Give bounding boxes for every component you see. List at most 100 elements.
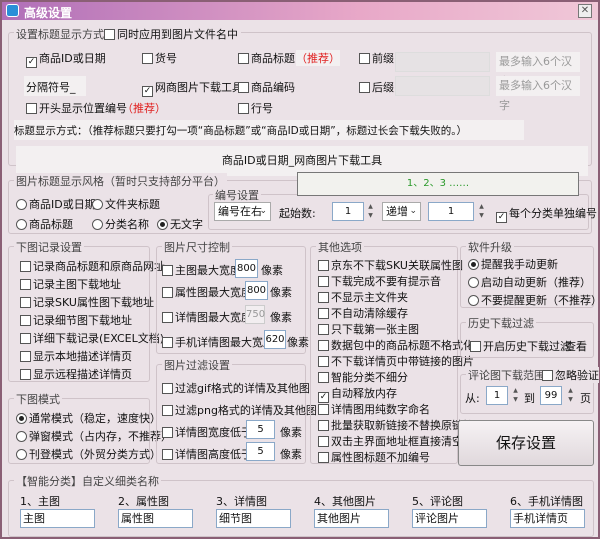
mobile-width-input[interactable]: 620: [264, 330, 286, 349]
size-legend: 图片尺寸控制: [162, 239, 232, 255]
style-radio-product-title[interactable]: 商品标题: [16, 216, 73, 232]
settings-window: 高级设置 ✕ 设置标题显示方式 同时应用到图片文件名中 ✓ 商品ID或日期 货号 …: [0, 0, 600, 539]
to-label: 到: [524, 392, 535, 405]
filter-legend: 图片过滤设置: [162, 357, 232, 373]
filter-png-checkbox[interactable]: 过滤png格式的详情及其他图: [162, 402, 317, 418]
record-item[interactable]: 详细下载记录(EXCEL文档): [20, 330, 164, 346]
from-spinner[interactable]: ▲ ▼: [511, 386, 520, 404]
other-option[interactable]: 京东不下载SKU关联属性图: [318, 257, 463, 273]
other-legend: 其他选项: [316, 239, 364, 255]
unit-label: 像素: [287, 336, 309, 349]
style-radio-no-text[interactable]: 无文字: [157, 216, 203, 232]
number-position-select[interactable]: 编号在右 ⌄: [214, 202, 271, 221]
other-option[interactable]: 批量获取新链接不替换原链接: [318, 417, 474, 433]
other-option[interactable]: 不显示主文件夹: [318, 289, 408, 305]
category-input[interactable]: 评论图片: [412, 509, 487, 528]
other-option[interactable]: 数据包中的商品标题不格式化: [318, 337, 474, 353]
category-input[interactable]: 其他图片: [314, 509, 389, 528]
category-label: 2、属性图: [118, 495, 169, 508]
mobile-width-checkbox[interactable]: 手机详情图最大宽度:: [162, 334, 278, 350]
other-option[interactable]: 不下载详情页中带链接的图片: [318, 353, 474, 369]
main-width-input[interactable]: 800: [235, 259, 258, 278]
suffix-input[interactable]: [395, 76, 490, 96]
mode-radio-popup[interactable]: 弹窗模式（占内存，不推荐）: [16, 428, 172, 444]
record-item[interactable]: 记录SKU属性图下载地址: [20, 294, 154, 310]
upgrade-radio-auto[interactable]: 启动自动更新（推荐）: [468, 274, 591, 290]
view-history-link[interactable]: 查看: [565, 338, 587, 354]
record-item[interactable]: 记录商品标题和原商品网址: [20, 258, 165, 274]
other-option[interactable]: 下载完成不要有提示音: [318, 273, 441, 289]
recommend-badge-2: （推荐）: [122, 102, 166, 115]
other-option[interactable]: 只下载第一张主图: [318, 321, 419, 337]
style-radio-folder-title[interactable]: 文件夹标题: [92, 196, 160, 212]
close-icon[interactable]: ✕: [578, 4, 592, 18]
recommend-badge: （推荐）: [296, 50, 340, 66]
detail-width-checkbox[interactable]: 详情图最大宽度:: [162, 309, 256, 325]
review-to-input[interactable]: 99: [540, 386, 562, 405]
upgrade-radio-never[interactable]: 不要提醒更新（不推荐）: [468, 292, 600, 308]
filter-width-input[interactable]: 5: [246, 420, 275, 439]
position-no-checkbox[interactable]: 开头显示位置编号: [26, 100, 127, 116]
title-group-legend: 设置标题显示方式: [14, 26, 106, 42]
apply-filename-checkbox[interactable]: 同时应用到图片文件名中: [104, 26, 241, 42]
upgrade-legend: 软件升级: [466, 239, 514, 255]
filter-height-input[interactable]: 5: [246, 442, 275, 461]
other-option[interactable]: 属性图标题不加编号: [318, 449, 430, 465]
review-from-input[interactable]: 1: [486, 386, 508, 405]
suffix-checkbox[interactable]: 后缀: [359, 79, 394, 95]
history-filter-checkbox[interactable]: 开启历史下载过滤: [470, 338, 571, 354]
row-no-checkbox[interactable]: 行号: [238, 100, 273, 116]
product-id-checkbox[interactable]: ✓ 商品ID或日期: [26, 50, 106, 68]
mode-radio-normal[interactable]: 通常模式（稳定，速度快）: [16, 410, 161, 426]
separator-field[interactable]: 分隔符号_: [24, 76, 86, 96]
record-item[interactable]: 显示远程描述详情页: [20, 366, 132, 382]
attr-width-checkbox[interactable]: 属性图最大宽度:: [162, 284, 256, 300]
tool-name-checkbox[interactable]: ✓ 网商图片下载工具: [142, 79, 243, 97]
record-item[interactable]: 记录细节图下载地址: [20, 312, 132, 328]
category-input[interactable]: 细节图: [216, 509, 291, 528]
per-category-checkbox[interactable]: ✓ 每个分类单独编号: [496, 205, 597, 223]
record-item[interactable]: 记录主图下载地址: [20, 276, 121, 292]
product-title-checkbox[interactable]: 商品标题: [238, 50, 295, 66]
upgrade-radio-manual[interactable]: 提醒我手动更新: [468, 256, 558, 272]
numbering-legend: 编号设置: [213, 187, 261, 203]
main-width-checkbox[interactable]: 主图最大宽度:: [162, 262, 245, 278]
from-label: 从:: [465, 392, 480, 405]
other-option[interactable]: 双击主界面地址框直接清空: [318, 433, 463, 449]
other-option[interactable]: 智能分类不细分: [318, 369, 408, 385]
category-label: 4、其他图片: [314, 495, 376, 508]
category-legend: 【智能分类】自定义细类名称: [14, 473, 161, 489]
title-bar[interactable]: 高级设置 ✕: [2, 2, 598, 20]
filter-gif-checkbox[interactable]: 过滤gif格式的详情及其他图: [162, 380, 310, 396]
ignore-verify-checkbox[interactable]: 忽略验证: [542, 367, 599, 383]
filter-width-checkbox[interactable]: 详情图宽度低于:: [162, 424, 256, 440]
sku-no-checkbox[interactable]: 货号: [142, 50, 177, 66]
title-note: 标题显示方式：（推荐标题只要打勾一项“商品标题”或“商品ID或日期”，标题过长会…: [14, 120, 524, 140]
other-option[interactable]: 不自动清除缓存: [318, 305, 408, 321]
category-input[interactable]: 手机详情页: [510, 509, 585, 528]
start-spinner[interactable]: ▲ ▼: [366, 202, 375, 220]
style-radio-product-id[interactable]: 商品ID或日期: [16, 196, 96, 212]
product-code-checkbox[interactable]: 商品编码: [238, 79, 295, 95]
unit-label: 像素: [270, 311, 292, 324]
mode-radio-listing[interactable]: 刊登模式（外贸分类方式）: [16, 446, 161, 462]
other-option[interactable]: 详情图用纯数字命名: [318, 401, 430, 417]
step-spinner[interactable]: ▲ ▼: [477, 202, 486, 220]
record-item[interactable]: 显示本地描述详情页: [20, 348, 132, 364]
category-label: 1、主图: [20, 495, 60, 508]
to-spinner[interactable]: ▲ ▼: [566, 386, 575, 404]
history-legend: 历史下载过滤: [466, 315, 536, 331]
attr-width-input[interactable]: 800: [245, 281, 268, 300]
save-settings-button[interactable]: 保存设置: [458, 420, 594, 466]
start-input[interactable]: 1: [332, 202, 364, 221]
review-legend: 评论图下载范围: [466, 367, 547, 383]
increment-select[interactable]: 递增 ⌄: [382, 202, 421, 221]
filter-height-checkbox[interactable]: 详情图高度低于:: [162, 446, 256, 462]
category-label: 5、评论图: [412, 495, 463, 508]
category-input[interactable]: 属性图: [118, 509, 193, 528]
prefix-input[interactable]: [395, 52, 490, 72]
step-input[interactable]: 1: [428, 202, 474, 221]
style-radio-category[interactable]: 分类名称: [92, 216, 149, 232]
category-input[interactable]: 主图: [20, 509, 95, 528]
prefix-checkbox[interactable]: 前缀: [359, 50, 394, 66]
